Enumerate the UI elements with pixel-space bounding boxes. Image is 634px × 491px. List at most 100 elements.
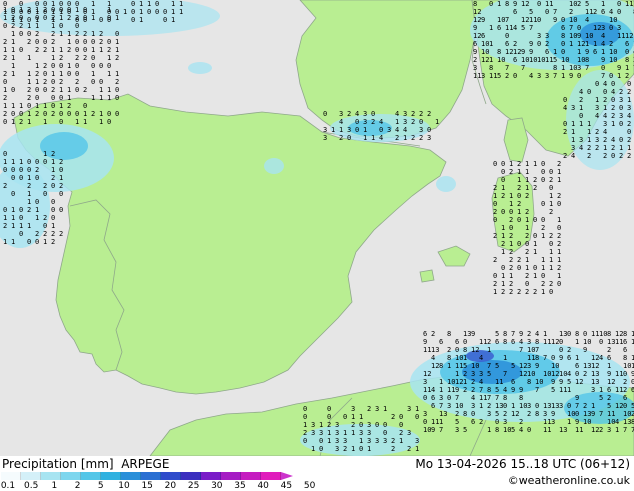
precip-value-mark: 0 bbox=[493, 216, 497, 224]
precip-value-mark: 0 bbox=[91, 62, 95, 70]
precip-value-mark: 0 bbox=[611, 96, 615, 104]
precip-value-mark: 1 bbox=[533, 160, 537, 168]
precip-value-mark: 6 bbox=[513, 56, 517, 64]
precip-value-mark: 1 bbox=[501, 248, 505, 256]
precip-value-mark: 2 bbox=[607, 346, 611, 354]
precip-value-mark: 2 bbox=[35, 110, 39, 118]
precip-value-mark: 1 bbox=[91, 30, 95, 38]
precip-value-mark: 1 bbox=[11, 118, 15, 126]
precip-value-mark: 3 bbox=[545, 72, 549, 80]
precip-value-mark: 0 bbox=[51, 214, 55, 222]
precip-value-mark: 1 bbox=[43, 118, 47, 126]
precip-value-mark: 5 bbox=[511, 426, 515, 434]
precip-value-mark: 3 bbox=[479, 370, 483, 378]
precip-value-mark: 3 bbox=[351, 405, 355, 413]
precip-value-mark: 0 bbox=[59, 206, 63, 214]
precip-value-mark: 2 bbox=[419, 110, 423, 118]
precip-value-mark: 0 bbox=[3, 166, 7, 174]
precip-value-mark: 8 bbox=[561, 32, 565, 40]
precip-value-mark: 1 bbox=[587, 136, 591, 144]
precip-value-mark: 0 bbox=[59, 0, 63, 8]
precip-value-mark: 1 bbox=[3, 8, 7, 16]
precip-value-mark: 2 bbox=[19, 118, 23, 126]
precip-value-mark: 2 bbox=[51, 238, 55, 246]
precip-value-mark: 1 bbox=[51, 70, 55, 78]
precip-value-mark: 7 bbox=[503, 370, 507, 378]
precip-value-mark: 3 bbox=[447, 402, 451, 410]
precip-value-mark: 1 bbox=[3, 102, 7, 110]
precip-value-mark: 2 bbox=[509, 256, 513, 264]
precip-value-mark: 1 bbox=[27, 54, 31, 62]
precip-value-mark: 4 bbox=[431, 354, 435, 362]
precip-value-mark: 0 bbox=[35, 86, 39, 94]
precip-value-mark: 3 bbox=[419, 126, 423, 134]
precip-value-mark: 2 bbox=[367, 405, 371, 413]
precip-value-mark: 6 bbox=[593, 48, 597, 56]
precip-value-mark: 2 bbox=[627, 152, 631, 160]
precip-value-mark: 1 bbox=[3, 46, 7, 54]
site-credit[interactable]: ©weatheronline.co.uk bbox=[508, 474, 630, 488]
precip-value-mark: 0 bbox=[493, 272, 497, 280]
precip-value-mark: 2 bbox=[501, 192, 505, 200]
precip-value-mark: 0 bbox=[549, 240, 553, 248]
precip-value-mark: 3 bbox=[595, 136, 599, 144]
precip-value-mark: 12 bbox=[423, 370, 431, 378]
precip-value-mark: 3 bbox=[343, 437, 347, 445]
precip-value-mark: 8 bbox=[473, 0, 477, 8]
precip-value-mark: 0 bbox=[99, 62, 103, 70]
precip-value-mark: 1 bbox=[541, 232, 545, 240]
precip-value-mark: 4 bbox=[611, 88, 615, 96]
precip-value-mark: 0 bbox=[383, 421, 387, 429]
precip-value-mark: 0 bbox=[19, 230, 23, 238]
precip-value-mark: 0 bbox=[611, 80, 615, 88]
precip-value-mark: 2 bbox=[99, 38, 103, 46]
precip-value-mark: 8 bbox=[535, 354, 539, 362]
precip-value-mark: 0 bbox=[147, 8, 151, 16]
precip-value-mark: 2 bbox=[557, 192, 561, 200]
precip-value-mark: 5 bbox=[463, 426, 467, 434]
precip-value-mark: 0 bbox=[623, 402, 627, 410]
precip-value-mark: 2 bbox=[59, 54, 63, 62]
precip-value-mark: 2 bbox=[525, 232, 529, 240]
precip-value-mark: 2 bbox=[493, 232, 497, 240]
precip-value-mark: 0 bbox=[501, 168, 505, 176]
precip-value-mark: 0 bbox=[3, 78, 7, 86]
precip-value-mark: 1 bbox=[67, 86, 71, 94]
precip-value-mark: 2 bbox=[107, 46, 111, 54]
precip-value-mark: 4 bbox=[603, 128, 607, 136]
precip-value-mark: 2 bbox=[599, 426, 603, 434]
precip-value-mark: 6 bbox=[505, 40, 509, 48]
precip-value-mark: 1 bbox=[549, 192, 553, 200]
precip-value-mark: 1 bbox=[51, 0, 55, 8]
precip-value-mark: 3 bbox=[607, 426, 611, 434]
precip-value-mark: 0 bbox=[527, 426, 531, 434]
precip-value-mark: 1 bbox=[567, 386, 571, 394]
precip-value-mark: 6 bbox=[431, 394, 435, 402]
precip-value-mark: 0 bbox=[19, 110, 23, 118]
precip-value-mark: 13 bbox=[591, 378, 599, 386]
precip-value-mark: 1 bbox=[11, 238, 15, 246]
precip-value-mark: 0 bbox=[155, 0, 159, 8]
precip-value-mark: 1 bbox=[67, 62, 71, 70]
precip-value-mark: 1 bbox=[627, 144, 631, 152]
precip-value-mark: 9 bbox=[473, 24, 477, 32]
precip-value-mark: 8 bbox=[439, 362, 443, 370]
precip-value-mark: 12 bbox=[471, 346, 479, 354]
precip-value-mark: 7 bbox=[439, 426, 443, 434]
precip-value-mark: 10 bbox=[551, 362, 559, 370]
precip-value-mark: 1 bbox=[489, 56, 493, 64]
precip-value-mark: 1 bbox=[567, 418, 571, 426]
colorbar-swatch bbox=[81, 472, 101, 480]
precip-value-mark: 2 bbox=[517, 288, 521, 296]
precip-value-mark: 5 bbox=[511, 362, 515, 370]
precip-value-mark: 0 bbox=[35, 174, 39, 182]
precip-value-mark: 2 bbox=[517, 256, 521, 264]
precip-value-mark: 0 bbox=[11, 8, 15, 16]
precip-value-mark: 2 bbox=[463, 386, 467, 394]
precip-value-mark: 7 bbox=[569, 24, 573, 32]
precip-value-mark: 2 bbox=[533, 176, 537, 184]
precip-value-mark: 6 bbox=[607, 386, 611, 394]
precip-value-mark: 1 bbox=[549, 256, 553, 264]
precip-value-mark: 0 bbox=[463, 338, 467, 346]
precip-value-mark: 1 bbox=[139, 8, 143, 16]
